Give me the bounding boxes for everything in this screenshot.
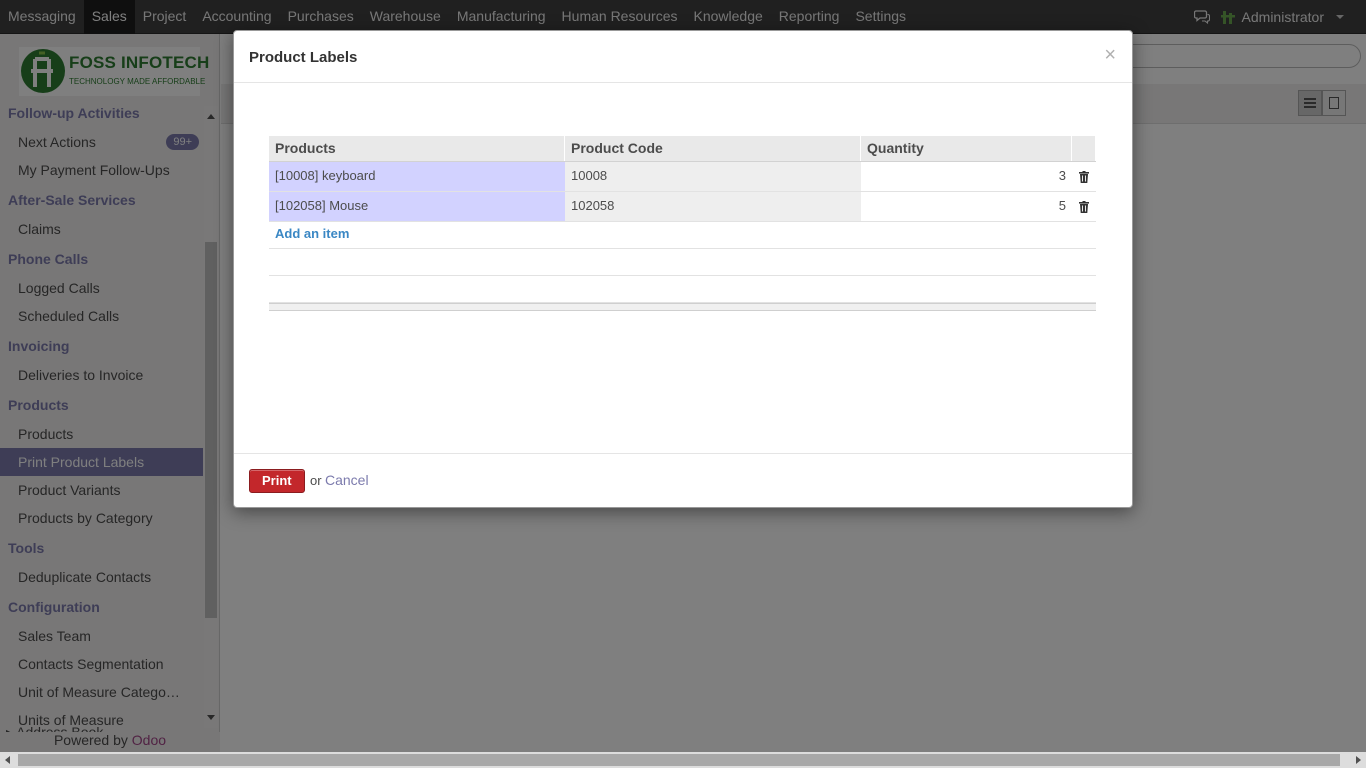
add-item-link[interactable]: Add an item xyxy=(275,226,349,241)
scrollbar-thumb[interactable] xyxy=(18,754,1340,766)
quantity-cell[interactable]: 3 xyxy=(861,162,1072,191)
product-lines-table: Products Product Code Quantity [10008] k… xyxy=(269,136,1096,311)
or-text: or xyxy=(310,473,322,488)
scroll-left-icon[interactable] xyxy=(5,756,10,764)
empty-row xyxy=(269,249,1096,276)
product-cell[interactable]: [10008] keyboard xyxy=(269,162,565,191)
scroll-right-icon[interactable] xyxy=(1356,756,1361,764)
trash-icon[interactable] xyxy=(1072,162,1096,191)
column-header-quantity[interactable]: Quantity xyxy=(861,136,1072,161)
quantity-cell[interactable]: 5 xyxy=(861,192,1072,221)
table-header: Products Product Code Quantity xyxy=(269,136,1096,162)
dialog-footer: Print or Cancel xyxy=(234,453,1132,508)
dialog-title: Product Labels xyxy=(249,49,358,66)
add-item-row: Add an item xyxy=(269,222,1096,249)
trash-icon[interactable] xyxy=(1072,192,1096,221)
column-header-actions xyxy=(1072,136,1096,161)
table-row[interactable]: [102058] Mouse 102058 5 xyxy=(269,192,1096,222)
page-horizontal-scrollbar[interactable] xyxy=(0,752,1366,768)
product-code-cell[interactable]: 102058 xyxy=(565,192,861,221)
column-header-products[interactable]: Products xyxy=(269,136,565,161)
table-row[interactable]: [10008] keyboard 10008 3 xyxy=(269,162,1096,192)
product-labels-dialog: Product Labels × Products Product Code Q… xyxy=(233,30,1133,508)
print-button[interactable]: Print xyxy=(249,469,305,493)
empty-row xyxy=(269,276,1096,303)
cancel-link[interactable]: Cancel xyxy=(325,472,369,488)
product-cell[interactable]: [102058] Mouse xyxy=(269,192,565,221)
table-footer xyxy=(269,303,1096,311)
close-icon[interactable]: × xyxy=(1104,45,1116,65)
product-code-cell[interactable]: 10008 xyxy=(565,162,861,191)
dialog-header: Product Labels × xyxy=(234,31,1132,83)
column-header-product-code[interactable]: Product Code xyxy=(565,136,861,161)
